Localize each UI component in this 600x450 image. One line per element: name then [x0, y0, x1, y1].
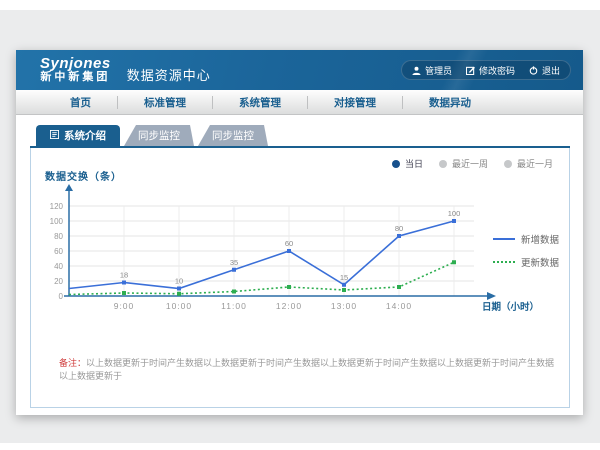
page-title: 数据资源中心 [127, 65, 211, 84]
chart-panel: 当日 最近一周 最近一月 数据交换（条） 0 20 40 60 80 100 120 9:00… [30, 148, 570, 408]
user-icon [412, 66, 421, 75]
power-icon [529, 66, 538, 75]
tab-system-intro[interactable]: 系统介绍 [36, 125, 120, 146]
svg-text:80: 80 [395, 224, 403, 233]
svg-text:18: 18 [120, 271, 128, 280]
svg-text:10:00: 10:00 [166, 301, 192, 311]
svg-text:13:00: 13:00 [331, 301, 357, 311]
svg-text:9:00: 9:00 [114, 301, 135, 311]
footnote-prefix: 备注： [59, 358, 86, 368]
svg-text:60: 60 [54, 247, 63, 256]
header-actions: 管理员 修改密码 退出 [401, 60, 571, 80]
nav-item-data-change[interactable]: 数据异动 [403, 95, 497, 110]
svg-text:40: 40 [54, 262, 63, 271]
line-chart: 0 20 40 60 80 100 120 9:00 10:00 11:00 12:00 13:00 1… [41, 184, 561, 334]
svg-text:35: 35 [230, 258, 238, 267]
logout-button[interactable]: 退出 [529, 64, 560, 77]
radio-label: 最近一周 [452, 157, 488, 170]
current-user-button[interactable]: 管理员 [412, 64, 452, 77]
app-window: Synjones 新中新集团 数据资源中心 管理员 修改密码 退出 首页 标准管… [16, 50, 583, 415]
main-nav: 首页 标准管理 系统管理 对接管理 数据异动 [16, 90, 583, 115]
radio-dot-icon [439, 160, 447, 168]
footnote: 备注：以上数据更新于时间产生数据以上数据更新于时间产生数据以上数据更新于时间产生… [59, 356, 559, 382]
radio-label: 最近一月 [517, 157, 553, 170]
content-area: 系统介绍 同步监控 同步监控 当日 最近一周 [16, 115, 583, 415]
legend-line-sample [493, 261, 515, 263]
change-password-label: 修改密码 [479, 64, 515, 77]
tab-label: 同步监控 [212, 128, 254, 143]
svg-text:14:00: 14:00 [386, 301, 412, 311]
radio-dot-icon [504, 160, 512, 168]
tab-label: 系统介绍 [64, 128, 106, 143]
svg-text:60: 60 [285, 239, 293, 248]
nav-item-home[interactable]: 首页 [44, 95, 117, 110]
svg-text:100: 100 [448, 209, 461, 218]
document-icon [50, 130, 59, 142]
current-user-label: 管理员 [425, 64, 452, 77]
radio-last-month[interactable]: 最近一月 [504, 157, 553, 170]
svg-text:80: 80 [54, 232, 63, 241]
svg-text:15: 15 [340, 273, 348, 282]
tab-sync-monitor-2[interactable]: 同步监控 [198, 125, 268, 146]
legend-item: 新增数据 [493, 232, 559, 246]
tab-sync-monitor-1[interactable]: 同步监控 [124, 125, 194, 146]
radio-dot-icon [392, 160, 400, 168]
nav-item-interface-mgmt[interactable]: 对接管理 [308, 95, 402, 110]
radio-today[interactable]: 当日 [392, 157, 423, 170]
nav-item-system-mgmt[interactable]: 系统管理 [213, 95, 307, 110]
svg-text:12:00: 12:00 [276, 301, 302, 311]
footnote-text: 以上数据更新于时间产生数据以上数据更新于时间产生数据以上数据更新于时间产生数据以… [59, 358, 554, 381]
change-password-button[interactable]: 修改密码 [466, 64, 515, 77]
logout-label: 退出 [542, 64, 560, 77]
svg-text:日期（小时）: 日期（小时） [482, 301, 539, 313]
svg-text:11:00: 11:00 [221, 301, 247, 311]
logo-company-name: 新中新集团 [40, 72, 111, 84]
company-logo: Synjones 新中新集团 [40, 56, 111, 83]
svg-text:0: 0 [59, 292, 64, 301]
svg-text:10: 10 [175, 277, 183, 286]
legend-label: 新增数据 [521, 232, 559, 246]
edit-icon [466, 66, 475, 75]
svg-text:100: 100 [50, 217, 64, 226]
legend-item: 更新数据 [493, 255, 559, 269]
svg-text:120: 120 [50, 202, 64, 211]
legend-label: 更新数据 [521, 255, 559, 269]
nav-item-standard-mgmt[interactable]: 标准管理 [118, 95, 212, 110]
app-header: Synjones 新中新集团 数据资源中心 管理员 修改密码 退出 [16, 50, 583, 90]
radio-label: 当日 [405, 157, 423, 170]
radio-last-week[interactable]: 最近一周 [439, 157, 488, 170]
tab-bar: 系统介绍 同步监控 同步监控 [36, 125, 268, 146]
legend-line-sample [493, 238, 515, 240]
tab-label: 同步监控 [138, 128, 180, 143]
svg-text:20: 20 [54, 277, 63, 286]
chart-legend: 新增数据更新数据 [493, 232, 559, 269]
logo-brand: Synjones [40, 56, 111, 72]
time-range-filter: 当日 最近一周 最近一月 [392, 157, 553, 170]
y-axis-title: 数据交换（条） [45, 168, 122, 183]
